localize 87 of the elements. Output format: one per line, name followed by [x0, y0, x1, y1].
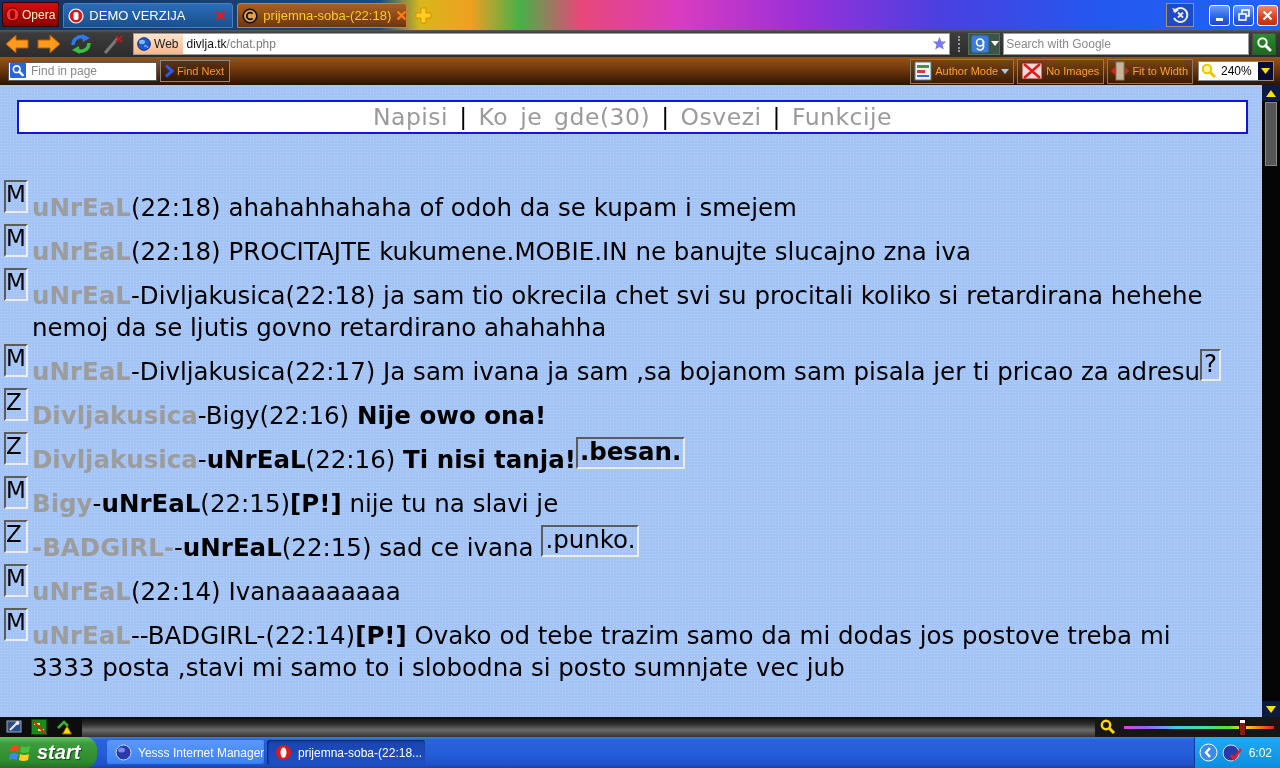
globe-icon — [137, 36, 152, 51]
zoom-select[interactable]: 240% — [1198, 61, 1274, 81]
message-text: -BADGIRL--uNrEaL(22:15) sad ce ivana — [32, 532, 535, 564]
browser-tab[interactable]: prijemna-soba-(22:18) — [237, 3, 408, 28]
url-text: divlja.tk/chat.php — [185, 36, 276, 51]
start-button[interactable]: start — [0, 737, 97, 768]
message-text: uNrEaL(22:18) PROCITAJTE kukumene.MOBIE.IN ne banujte slucajno zna iva — [32, 236, 971, 268]
user-badge: M — [4, 344, 28, 377]
ring-icon — [5, 7, 20, 22]
undo-close-button[interactable] — [1166, 3, 1194, 27]
message-text: uNrEaL(22:14) Ivanaaaaaaaa — [32, 576, 401, 608]
browser-tab[interactable]: DEMO VERZIJA — [63, 3, 234, 28]
restore-button[interactable] — [1233, 4, 1254, 26]
fit-to-width-button[interactable]: Fit to Width — [1107, 58, 1193, 84]
arrow-right-icon — [36, 32, 63, 55]
document-icon — [914, 61, 933, 81]
search-icon — [1256, 35, 1273, 52]
chevron-left-icon[interactable] — [1199, 743, 1218, 762]
clock: 6:02 — [1248, 745, 1272, 760]
copyright-icon — [242, 7, 259, 24]
user-badge: M — [4, 180, 28, 213]
emoticon-alt-text: .punko. — [541, 525, 640, 557]
author-mode-button[interactable]: Author Mode — [910, 58, 1015, 84]
menu-separator: | — [772, 103, 781, 131]
message-text: Bigy-uNrEaL(22:15)[P!] nije tu na slavi je — [32, 488, 559, 520]
globe-icon — [115, 744, 132, 761]
disc-icon — [68, 7, 85, 24]
emoticon-alt-text: ? — [1200, 349, 1222, 381]
close-icon[interactable] — [396, 10, 408, 21]
scroll-up-button[interactable] — [1262, 85, 1280, 101]
emoticon-alt-text: .besan. — [575, 437, 686, 469]
chevron-right-icon — [164, 64, 174, 78]
triangle-down-icon — [1266, 705, 1276, 713]
arrow-left-icon — [4, 32, 31, 55]
search-engine-button[interactable] — [968, 32, 1001, 55]
user-badge: M — [4, 224, 28, 257]
slider-thumb[interactable] — [1238, 718, 1246, 736]
blocked-icon[interactable] — [31, 719, 47, 735]
no-images-button[interactable]: No Images — [1017, 58, 1105, 84]
restore-icon — [1237, 9, 1250, 21]
scroll-down-button[interactable] — [1262, 701, 1280, 717]
opera-menu-button[interactable]: Opera — [2, 2, 60, 27]
user-badge: M — [4, 476, 28, 509]
find-next-button[interactable]: Find Next — [160, 60, 231, 82]
user-badge: Z — [4, 388, 28, 421]
star-icon[interactable] — [932, 36, 948, 51]
user-badge: M — [4, 268, 28, 301]
caret-icon — [1001, 68, 1010, 74]
user-badge: M — [4, 608, 28, 641]
close-icon — [1262, 9, 1273, 21]
message-text: Divljakusica-uNrEaL(22:16) Ti nisi tanja! — [32, 444, 576, 476]
find-field[interactable]: Find in page — [8, 61, 157, 81]
image-crossed-icon — [1021, 62, 1044, 80]
close-button[interactable] — [1257, 4, 1278, 26]
user-badge: M — [4, 564, 28, 597]
magnifier-icon — [1201, 63, 1217, 79]
message-text: Divljakusica-Bigy(22:16) Nije owo ona! — [32, 400, 547, 432]
fit-width-icon — [1111, 61, 1130, 81]
caret-icon — [991, 41, 1000, 46]
triangle-up-icon — [1266, 89, 1276, 97]
message-text: uNrEaL--BADGIRL-(22:14)[P!] Ovako od tebe trazim samo da mi dodas jos postove treba mi 3333 posta ,stavi mi samo to i slobodna si posto sumnjate vec jub — [32, 620, 1172, 684]
search-field[interactable]: Search with Google — [1003, 32, 1250, 55]
user-badge: Z — [4, 432, 28, 465]
message-text: uNrEaL(22:18) ahahahhahaha of odoh da se kupam i smejem — [32, 192, 797, 224]
site-badge[interactable]: Web — [134, 33, 183, 54]
taskbar-button[interactable]: prijemna-soba-(22:18... — [267, 740, 425, 765]
message-text: uNrEaL-Divljakusica(22:18) ja sam tio okrecila chet svi su procitali koliko si retardirana hehehe nemoj da se ljutis govno retardirano ahahahha — [32, 280, 1204, 344]
search-engine-icon — [971, 34, 990, 53]
wrench-icon[interactable] — [6, 719, 22, 735]
minimize-button[interactable] — [1209, 4, 1230, 26]
search-button[interactable] — [1252, 32, 1277, 55]
taskbar-button[interactable]: Yesss Internet Manager — [107, 740, 265, 765]
globe-check-icon[interactable] — [1222, 742, 1242, 763]
user-badge: Z — [4, 520, 28, 553]
undo-icon — [1170, 5, 1190, 25]
menu-separator: | — [459, 103, 468, 131]
magnifier-icon — [1100, 719, 1116, 735]
message-text: uNrEaL-Divljakusica(22:17) Ja sam ivana ja sam ,sa bojanom sam pisala jer ti pricao za adresu — [32, 356, 1201, 388]
scrollbar-thumb[interactable] — [1265, 102, 1277, 166]
minimize-icon — [1216, 17, 1223, 21]
reload-icon — [68, 32, 93, 55]
menu-separator: | — [661, 103, 670, 131]
address-field[interactable]: Web divlja.tk/chat.php — [133, 32, 951, 55]
flag-icon — [9, 742, 31, 763]
warning-icon[interactable] — [56, 719, 72, 735]
ring-icon — [275, 744, 292, 761]
caret-icon — [1258, 62, 1273, 80]
